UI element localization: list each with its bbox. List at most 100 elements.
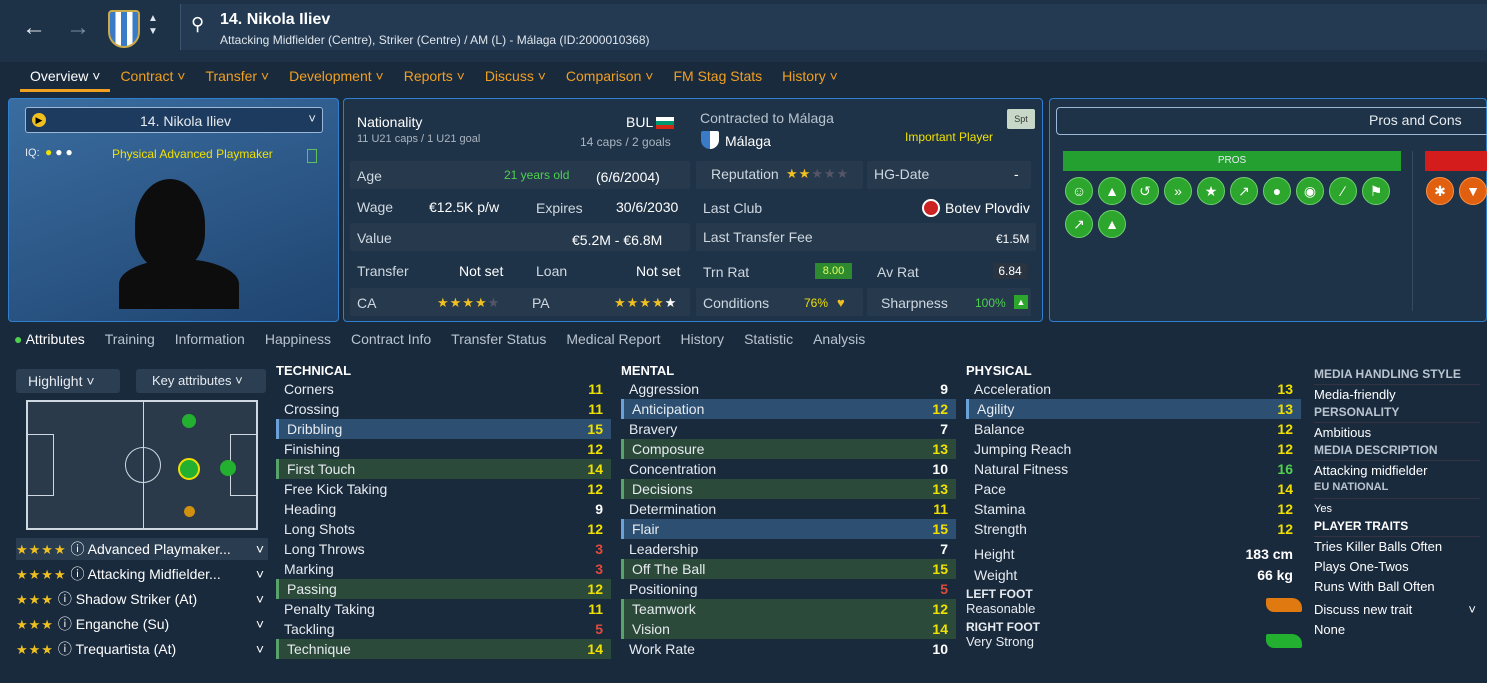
menu-history[interactable]: History ˅ <box>772 68 848 92</box>
trait-icon-6[interactable]: ↗ <box>1230 177 1258 205</box>
right-foot-label: RIGHT FOOT <box>966 620 1040 634</box>
target-icon[interactable]: ◉ <box>1296 177 1324 205</box>
menu-development[interactable]: Development ˅ <box>279 68 394 92</box>
menu-transfer[interactable]: Transfer ˅ <box>195 68 279 92</box>
nationality-value: BUL <box>626 114 654 130</box>
attribute-value: 7 <box>940 421 948 437</box>
role-row-4[interactable]: ★★★ ⓘ Enganche (Su) ˅ <box>16 613 268 635</box>
role-row-5[interactable]: ★★★ ⓘ Trequartista (At) ˅ <box>16 638 268 660</box>
trait-icon-7[interactable]: ● <box>1263 177 1291 205</box>
trait-icon-3[interactable]: ↺ <box>1131 177 1159 205</box>
player-portrait-card: ▶ 14. Nikola Iliev ˅ IQ: ●●● Physical Ad… <box>8 98 339 322</box>
trait-icon-2[interactable]: ▲ <box>1098 177 1126 205</box>
forward-arrow-icon[interactable]: → <box>66 14 90 42</box>
attribute-name: Jumping Reach <box>974 441 1072 457</box>
club-crest-icon[interactable] <box>108 10 140 48</box>
search-icon[interactable]: ⚲ <box>191 14 204 35</box>
back-arrow-icon[interactable]: ← <box>22 14 46 42</box>
tab-happiness[interactable]: Happiness <box>265 331 331 347</box>
trait-icon-1[interactable]: ☺ <box>1065 177 1093 205</box>
menu-comparison[interactable]: Comparison ˅ <box>556 68 664 92</box>
attribute-row: First Touch 14 <box>276 459 611 479</box>
player-name-select[interactable]: ▶ 14. Nikola Iliev ˅ <box>25 107 323 133</box>
page-title: 14. Nikola Iliev <box>220 11 331 28</box>
menu-reports[interactable]: Reports ˅ <box>394 68 475 92</box>
lastclub-value[interactable]: Botev Plovdiv <box>945 200 1030 216</box>
attribute-value: 12 <box>932 401 948 417</box>
chevron-updown-icon[interactable]: ▲ ▼ <box>148 12 158 38</box>
attribute-name: Finishing <box>284 441 341 457</box>
cond-label: Conditions <box>703 295 770 311</box>
tab-analysis[interactable]: Analysis <box>813 331 865 347</box>
key-attributes-dropdown[interactable]: Key attributes ˅ <box>136 369 266 393</box>
attribute-name: Crossing <box>284 401 340 417</box>
trait-icon-9[interactable]: ∕ <box>1329 177 1357 205</box>
tab-medical-report[interactable]: Medical Report <box>566 331 660 347</box>
attribute-name: Technique <box>287 641 351 657</box>
mental-heading: MENTAL <box>621 363 675 378</box>
age-label: Age <box>357 168 382 184</box>
tab-transfer-status[interactable]: Transfer Status <box>451 331 546 347</box>
attribute-row: Decisions 13 <box>621 479 956 499</box>
attribute-row: Strength 12 <box>966 519 1301 539</box>
chevron-down-icon: ˅ <box>308 111 316 126</box>
highlight-dropdown[interactable]: Highlight ˅ <box>16 369 120 393</box>
menu-fm-stag-stats[interactable]: FM Stag Stats <box>663 68 772 92</box>
menu-overview[interactable]: Overview ˅ <box>20 68 111 92</box>
attribute-row: Corners 11 <box>276 379 611 399</box>
attribute-value: 15 <box>932 561 948 577</box>
tab-contract-info[interactable]: Contract Info <box>351 331 431 347</box>
attribute-value: 14 <box>587 641 603 657</box>
attribute-name: Pace <box>974 481 1006 497</box>
spt-badge[interactable]: Spt <box>1007 109 1035 129</box>
trait-icon-11[interactable]: ↗ <box>1065 210 1093 238</box>
attribute-name: Heading <box>284 501 337 517</box>
tab-history[interactable]: History <box>681 331 725 347</box>
tab-statistic[interactable]: Statistic <box>744 331 793 347</box>
tab-training[interactable]: Training <box>105 331 155 347</box>
tab-information[interactable]: Information <box>175 331 245 347</box>
sharp-value: 100% <box>975 296 1006 310</box>
attribute-value: 3 <box>595 561 603 577</box>
tab-attributes[interactable]: ● Attributes <box>14 331 85 347</box>
flask-icon[interactable]: ▲ <box>1098 210 1126 238</box>
role-row-3[interactable]: ★★★ ⓘ Shadow Striker (At) ˅ <box>16 588 268 610</box>
con-icon-2[interactable]: ▼ <box>1459 177 1487 205</box>
attribute-row: Concentration 10 <box>621 459 956 479</box>
clipboard-icon[interactable] <box>307 149 317 163</box>
attribute-value: 9 <box>940 381 948 397</box>
dob-value: (6/6/2004) <box>596 169 660 185</box>
flag-trait-icon[interactable]: ⚑ <box>1362 177 1390 205</box>
lastclub-label: Last Club <box>703 200 763 216</box>
attribute-name: Tackling <box>284 621 335 637</box>
trn-value: 8.00 <box>815 263 852 279</box>
menu-contract[interactable]: Contract ˅ <box>110 68 195 92</box>
con-icon-1[interactable]: ✱ <box>1426 177 1454 205</box>
attribute-value: 11 <box>588 601 603 617</box>
attribute-value: 5 <box>595 621 603 637</box>
pros-cons-title: Pros and Cons <box>1369 112 1462 128</box>
transfer-value: Not set <box>459 263 504 279</box>
attribute-row: Bravery 7 <box>621 419 956 439</box>
cond-value: 76% <box>804 296 829 310</box>
trait-icon-5[interactable]: ★ <box>1197 177 1225 205</box>
attribute-name: Stamina <box>974 501 1026 517</box>
discuss-trait-dropdown[interactable]: Discuss new trait ˅ <box>1314 600 1480 620</box>
attribute-name: Bravery <box>629 421 678 437</box>
attribute-row: Teamwork 12 <box>621 599 956 619</box>
player-silhouette <box>135 179 205 269</box>
pros-cons-card: Pros and Cons PROS ☺ ▲ ↺ » ★ ↗ ● ◉ ∕ ⚑ ↗… <box>1049 98 1487 322</box>
av-label: Av Rat <box>877 264 919 280</box>
attribute-value: 15 <box>932 521 948 537</box>
attribute-name: Corners <box>284 381 334 397</box>
role-row-2[interactable]: ★★★★ ⓘ Attacking Midfielder... ˅ <box>16 563 268 585</box>
ca-stars: ★★★★★ <box>437 295 501 310</box>
player-role: Physical Advanced Playmaker <box>112 147 273 161</box>
left-boot-icon <box>1266 598 1302 612</box>
attribute-name: First Touch <box>287 461 356 477</box>
weight-row: Weight 66 kg <box>974 567 1293 583</box>
menu-discuss[interactable]: Discuss ˅ <box>475 68 556 92</box>
role-row-1[interactable]: ★★★★ ⓘ Advanced Playmaker... ˅ <box>16 538 268 560</box>
attribute-value: 11 <box>588 401 603 417</box>
trait-icon-4[interactable]: » <box>1164 177 1192 205</box>
